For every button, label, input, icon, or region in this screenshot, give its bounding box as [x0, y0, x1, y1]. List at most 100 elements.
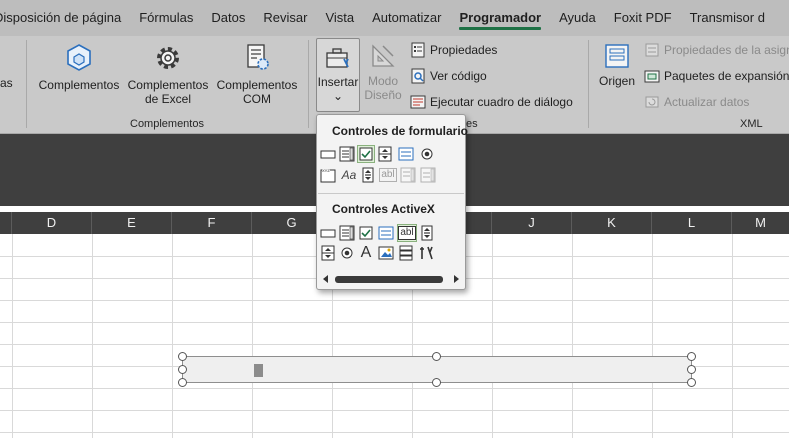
resize-handle-n[interactable] [432, 352, 441, 361]
more-controls-tools-icon [420, 246, 433, 260]
complementos-button[interactable]: Complementos [36, 42, 122, 92]
form-button-control[interactable] [319, 145, 337, 163]
refresh-data-icon [645, 96, 659, 108]
ver-codigo-button[interactable]: Ver código [410, 68, 487, 84]
column-header-f[interactable]: F [172, 212, 252, 234]
resize-handle-nw[interactable] [178, 352, 187, 361]
activex-listbox-control[interactable] [377, 224, 395, 242]
resize-handle-w[interactable] [178, 365, 187, 374]
complementos-excel-label: Complementos de Excel [127, 78, 209, 106]
option-button-icon [341, 247, 353, 259]
resize-handle-se[interactable] [687, 378, 696, 387]
grid-vline [252, 234, 253, 438]
tab-disposicion[interactable]: Disposición de página [0, 0, 130, 36]
ribbon-tabs: Disposición de página Fórmulas Datos Rev… [0, 0, 789, 36]
resize-handle-s[interactable] [432, 378, 441, 387]
activex-option-control[interactable] [338, 244, 356, 262]
activex-textbox-control[interactable]: abl [397, 224, 417, 242]
button-control-icon [320, 229, 336, 238]
propiedades-asignacion-button[interactable]: Propiedades de la asigna [644, 42, 789, 58]
actualizar-datos-button[interactable]: Actualizar datos [644, 94, 749, 110]
form-groupbox-control[interactable]: XYZ [319, 166, 337, 184]
activex-label-control[interactable]: A [357, 244, 375, 262]
xml-group-label: XML [740, 118, 763, 130]
complementos-com-button[interactable]: Complementos COM [212, 42, 302, 106]
paquetes-expansion-button[interactable]: Paquetes de expansión [644, 68, 789, 84]
form-option-control[interactable] [418, 145, 436, 163]
activex-spin-control[interactable] [319, 244, 337, 262]
column-header-j[interactable]: J [492, 212, 572, 234]
grid-vline [492, 234, 493, 438]
form-combolist-disabled[interactable] [399, 166, 417, 184]
activex-scrollbar-control[interactable] [418, 224, 436, 242]
image-icon [378, 246, 394, 260]
resize-handle-ne[interactable] [687, 352, 696, 361]
checkbox-icon [359, 226, 373, 240]
svg-text:XYZ: XYZ [322, 168, 330, 173]
column-header-m[interactable]: M [732, 212, 789, 234]
tab-datos[interactable]: Datos [202, 0, 254, 36]
origen-label: Origen [598, 74, 636, 88]
actualizar-datos-label: Actualizar datos [664, 95, 750, 109]
list-box-icon [398, 147, 414, 161]
activex-toggle-control[interactable] [397, 244, 415, 262]
complementos-group-label: Complementos [130, 118, 204, 130]
activex-image-control[interactable] [377, 244, 395, 262]
abl-text: abl [398, 226, 416, 240]
form-checkbox-control[interactable] [357, 145, 375, 163]
origen-button[interactable]: Origen [596, 42, 638, 88]
toggle-button-icon [399, 245, 413, 261]
tab-revisar[interactable]: Revisar [254, 0, 316, 36]
scroll-right-icon[interactable] [451, 274, 461, 284]
option-button-icon [421, 148, 433, 160]
toolbox-icon [326, 48, 349, 68]
complementos-com-label: Complementos COM [216, 78, 298, 106]
scroll-thumb[interactable] [335, 276, 443, 283]
form-listbox-control[interactable] [397, 145, 415, 163]
column-header-k[interactable]: K [572, 212, 652, 234]
tab-ayuda[interactable]: Ayuda [550, 0, 605, 36]
form-textfield-disabled[interactable]: abl [378, 166, 398, 184]
grid-hline [0, 432, 789, 433]
form-combo-control[interactable] [338, 145, 356, 163]
tab-formulas[interactable]: Fórmulas [130, 0, 202, 36]
scroll-bar-icon [421, 225, 433, 241]
propiedades-button[interactable]: Propiedades [410, 42, 497, 58]
ejecutar-dialogo-label: Ejecutar cuadro de diálogo [430, 95, 573, 109]
view-code-icon [411, 68, 425, 84]
grid-hline [0, 410, 789, 411]
resize-handle-e[interactable] [687, 365, 696, 374]
tab-vista[interactable]: Vista [316, 0, 363, 36]
map-properties-icon [645, 43, 659, 57]
column-header-l[interactable]: L [652, 212, 732, 234]
form-spin-control[interactable] [376, 145, 394, 163]
tab-transmisor[interactable]: Transmisor d [681, 0, 774, 36]
column-header-cut[interactable] [0, 212, 12, 234]
dropdown-scrollbar[interactable] [319, 272, 463, 286]
group-separator [26, 40, 27, 128]
activex-checkbox-control[interactable] [357, 224, 375, 242]
modo-diseno-button[interactable]: Modo Diseño [362, 42, 404, 102]
scroll-left-icon[interactable] [321, 274, 331, 284]
combo-drop-disabled-icon [420, 167, 436, 183]
tab-programador[interactable]: Programador [450, 0, 550, 36]
column-header-e[interactable]: E [92, 212, 172, 234]
complementos-excel-button[interactable]: Complementos de Excel [124, 42, 212, 106]
grid-vline [732, 234, 733, 438]
tab-automatizar[interactable]: Automatizar [363, 0, 450, 36]
column-header-d[interactable]: D [12, 212, 92, 234]
activex-more-controls[interactable] [417, 244, 435, 262]
insertar-label: Insertar [317, 75, 359, 89]
resize-handle-sw[interactable] [178, 378, 187, 387]
form-scrollbar-control[interactable] [359, 166, 377, 184]
form-label-control[interactable]: Aa [339, 166, 359, 184]
ruler-triangle-icon [372, 44, 395, 67]
activex-combo-control[interactable] [338, 224, 356, 242]
tab-foxit-pdf[interactable]: Foxit PDF [605, 0, 681, 36]
scroll-bar-icon [362, 167, 374, 183]
combo-box-icon [339, 146, 355, 162]
insertar-button[interactable]: Insertar ⌄ [316, 38, 360, 112]
activex-button-control[interactable] [319, 224, 337, 242]
ejecutar-dialogo-button[interactable]: Ejecutar cuadro de diálogo [410, 94, 573, 110]
form-combodrop-disabled[interactable] [419, 166, 437, 184]
